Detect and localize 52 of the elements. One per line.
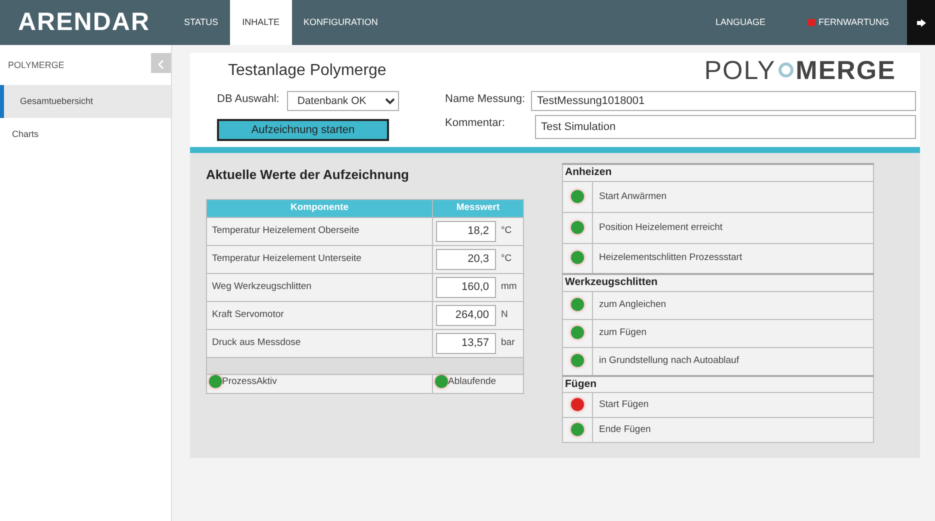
chevron-left-icon: [158, 60, 164, 69]
column-header: Messwert: [432, 199, 524, 217]
sidebar-title: POLYMERGE: [8, 59, 64, 72]
status-label: Start Anwärmen: [599, 190, 667, 202]
group-title: Anheizen: [565, 166, 612, 178]
sidebar-item[interactable]: Charts: [0, 118, 171, 152]
table-cell: Druck aus Messdose: [206, 329, 432, 357]
value-field: 13,57: [436, 332, 496, 354]
page-title: Testanlage Polymerge: [227, 61, 386, 81]
unit-label: mm: [501, 280, 517, 292]
status-label: in Grundstellung nach Autoablauf: [599, 355, 739, 366]
language-link[interactable]: LANGUAGE: [703, 0, 778, 45]
brand-logo: ARENDAR: [17, 7, 151, 38]
group-title: Werkzeugschlitten: [565, 276, 658, 288]
unit-label: bar: [501, 336, 515, 348]
value-field: 264,00: [436, 304, 496, 326]
nav-tab[interactable]: KONFIGURATION: [292, 0, 390, 45]
comment-field[interactable]: Test Simulation: [535, 115, 916, 139]
table-cell: Kraft Servomotor: [206, 301, 432, 329]
polymerge-logo: POLY MERGE: [704, 57, 896, 83]
remote-link[interactable]: FERNWARTUNG: [796, 0, 901, 45]
indicator-label: ProzessAktiv: [222, 374, 277, 388]
exit-icon: [916, 18, 926, 26]
db-label: DB Auswahl:: [217, 92, 280, 107]
unit-label: °C: [501, 252, 512, 264]
table-cell: Temperatur Heizelement Unterseite: [206, 245, 432, 273]
database-select[interactable]: Datenbank OK: [287, 91, 400, 111]
indicator-label: Ablaufende: [448, 374, 496, 388]
status-label: Position Heizelement erreicht: [599, 222, 723, 233]
status-label: Start Fügen: [599, 399, 649, 410]
name-field[interactable]: TestMessung1018001: [531, 91, 916, 111]
value-field: 20,3: [436, 248, 496, 270]
unit-label: °C: [501, 224, 512, 236]
value-field: 160,0: [436, 276, 496, 298]
nav-tab[interactable]: STATUS: [172, 0, 230, 45]
status-label: zum Angleichen: [599, 299, 666, 310]
table-cell: Temperatur Heizelement Oberseite: [206, 217, 432, 245]
sidebar-item[interactable]: Gesamtuebersicht: [0, 84, 171, 118]
table-cell: Weg Werkzeugschlitten: [206, 273, 432, 301]
value-field: 18,2: [436, 220, 496, 242]
logout-button[interactable]: [907, 0, 935, 45]
section-title: Aktuelle Werte der Aufzeichnung: [206, 166, 410, 184]
field-label: Name Messung:: [445, 92, 526, 107]
column-header: Komponente: [206, 199, 432, 217]
unit-label: N: [501, 308, 508, 320]
field-label: Kommentar:: [445, 116, 506, 131]
status-label: Heizelementschlitten Prozessstart: [599, 252, 742, 264]
status-label: Ende Fügen: [599, 424, 651, 436]
start-recording-button[interactable]: Aufzeichnung starten: [217, 119, 389, 141]
nav-tab[interactable]: INHALTE: [230, 0, 292, 45]
group-title: Fügen: [565, 378, 596, 390]
status-label: zum Fügen: [599, 327, 647, 338]
